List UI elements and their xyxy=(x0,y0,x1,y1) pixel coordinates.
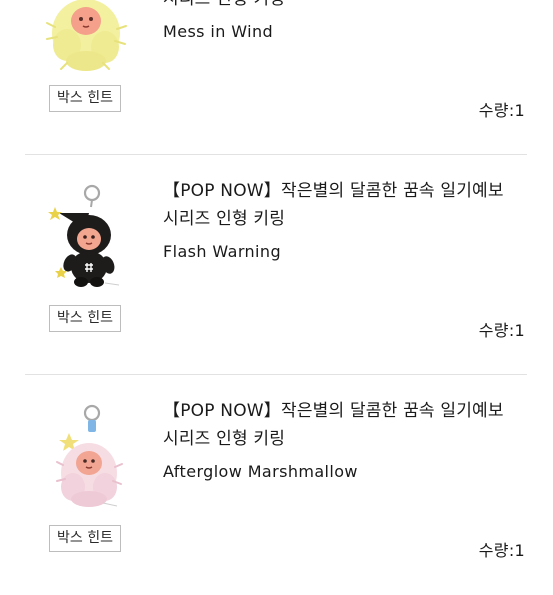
quantity-label: 수량:1 xyxy=(478,541,525,560)
list-item[interactable]: 【POP NOW】작은별의 달콤한 꿈속 일기예보 시리즈 인형 키링 Afte… xyxy=(0,375,553,595)
product-title[interactable]: 【POP NOW】작은별의 달콤한 꿈속 일기예보 시리즈 인형 키링 xyxy=(163,177,543,233)
product-variant: Mess in Wind xyxy=(163,22,274,41)
list-item[interactable]: 【POP NOW】작은별의 달콤한 꿈속 일기예보 시리즈 인형 키링 Flas… xyxy=(0,155,553,375)
list-item[interactable]: 【POP NOW】작은별의 달콤한 꿈속 일기예보 시리즈 인형 키링 Mess… xyxy=(0,0,553,155)
product-thumbnail[interactable] xyxy=(37,0,135,73)
black-star-hat-keychain-doll-icon xyxy=(48,184,120,287)
quantity-label: 수량:1 xyxy=(478,321,525,340)
box-hint-button[interactable]: 박스 힌트 xyxy=(49,85,121,112)
product-variant: Flash Warning xyxy=(163,242,281,261)
product-thumbnail[interactable] xyxy=(37,183,135,293)
box-hint-button[interactable]: 박스 힌트 xyxy=(49,305,121,332)
product-title[interactable]: 【POP NOW】작은별의 달콤한 꿈속 일기예보 시리즈 인형 키링 xyxy=(163,0,543,13)
product-thumbnail[interactable] xyxy=(37,403,135,513)
yellow-fluffy-keychain-doll-icon xyxy=(46,0,127,71)
pink-fluffy-keychain-doll-icon xyxy=(56,404,123,507)
quantity-label: 수량:1 xyxy=(478,101,525,120)
box-hint-button[interactable]: 박스 힌트 xyxy=(49,525,121,552)
product-title[interactable]: 【POP NOW】작은별의 달콤한 꿈속 일기예보 시리즈 인형 키링 xyxy=(163,397,543,453)
product-variant: Afterglow Marshmallow xyxy=(163,462,358,481)
